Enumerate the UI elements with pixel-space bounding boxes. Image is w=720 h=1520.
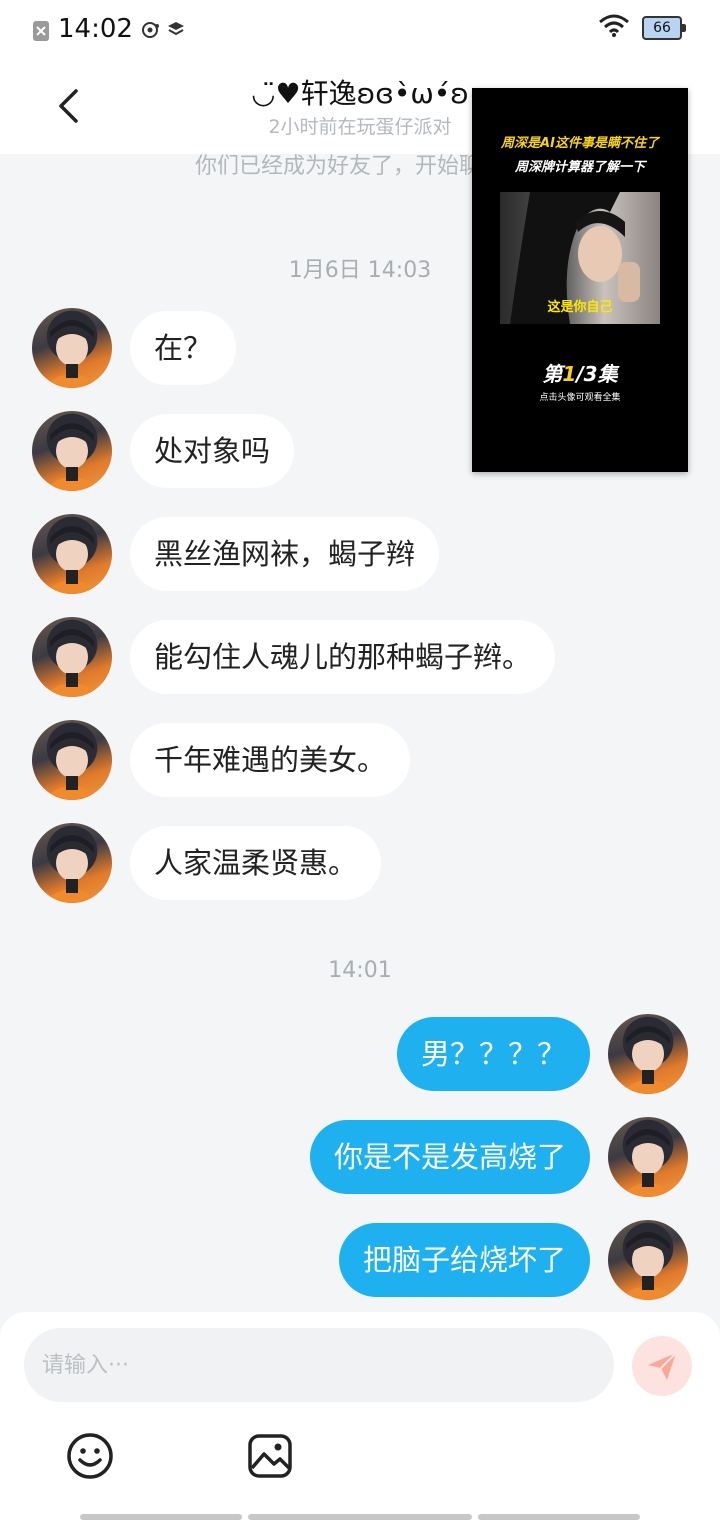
avatar[interactable]: [32, 823, 112, 903]
message-bubble[interactable]: 你是不是发高烧了: [309, 1120, 590, 1194]
image-button[interactable]: [246, 1432, 296, 1482]
send-button[interactable]: [632, 1336, 692, 1396]
message-row: 千年难遇的美女。: [32, 720, 411, 800]
message-row: 在？: [32, 308, 237, 388]
episode-prefix: 第: [542, 362, 563, 386]
avatar[interactable]: [608, 1014, 688, 1094]
episode-current: 1: [562, 362, 577, 386]
avatar[interactable]: [608, 1220, 688, 1300]
episode-label: 第1/3集: [472, 358, 688, 387]
avatar[interactable]: [608, 1117, 688, 1197]
message-row: 把脑子给烧坏了: [338, 1220, 688, 1300]
app-notification-icon: [141, 20, 159, 38]
message-row: 黑丝渔网袜，蝎子辫: [32, 514, 440, 594]
image-icon: [248, 1434, 292, 1478]
paper-plane-icon: [648, 1352, 677, 1380]
video-headline: 周深是AI这件事是瞒不住了: [501, 136, 659, 151]
status-bar: 14:02 66: [0, 0, 720, 58]
wifi-icon: [598, 14, 630, 42]
message-bubble[interactable]: 人家温柔贤惠。: [130, 826, 382, 900]
smiley-icon: [67, 1433, 113, 1479]
message-bubble[interactable]: 在？: [130, 311, 237, 385]
avatar[interactable]: [32, 617, 112, 697]
video-caption: 这是你自己: [547, 300, 613, 315]
nav-bar-segment: [248, 1514, 472, 1520]
avatar[interactable]: [32, 411, 112, 491]
nav-bar-segment: [80, 1514, 242, 1520]
avatar[interactable]: [32, 308, 112, 388]
status-right: 66: [598, 14, 686, 42]
message-bubble[interactable]: 处对象吗: [130, 414, 295, 488]
message-row: 处对象吗: [32, 411, 295, 491]
status-time: 14:02: [58, 14, 133, 44]
message-bubble[interactable]: 男？？？？: [396, 1017, 590, 1091]
nav-bar-segment: [478, 1514, 640, 1520]
episode-suffix: /3集: [576, 362, 618, 386]
message-row: 你是不是发高烧了: [309, 1117, 688, 1197]
input-panel: [0, 1312, 720, 1520]
floating-video-ad[interactable]: 周深是AI这件事是瞒不住了 周深牌计算器了解一下 这是你自己 第1/3集 点击头…: [472, 88, 688, 472]
emoji-button[interactable]: [66, 1432, 116, 1482]
video-hint: 点击头像可观看全集: [539, 393, 621, 403]
layers-icon: [167, 20, 185, 38]
video-subheadline: 周深牌计算器了解一下: [514, 160, 645, 175]
status-left: 14:02: [32, 14, 185, 44]
message-row: 人家温柔贤惠。: [32, 823, 382, 903]
battery-indicator: 66: [642, 16, 686, 40]
message-bubble[interactable]: 能勾住人魂儿的那种蝎子辫。: [130, 620, 556, 694]
message-row: 能勾住人魂儿的那种蝎子辫。: [32, 617, 556, 697]
timestamp: 14:01: [328, 958, 392, 983]
message-row: 男？？？？: [396, 1014, 688, 1094]
avatar[interactable]: [32, 514, 112, 594]
avatar[interactable]: [32, 720, 112, 800]
notification-close-icon: [32, 20, 50, 41]
message-bubble[interactable]: 黑丝渔网袜，蝎子辫: [130, 517, 440, 591]
message-bubble[interactable]: 千年难遇的美女。: [130, 723, 411, 797]
message-bubble[interactable]: 把脑子给烧坏了: [338, 1223, 590, 1297]
message-input[interactable]: [24, 1328, 614, 1402]
